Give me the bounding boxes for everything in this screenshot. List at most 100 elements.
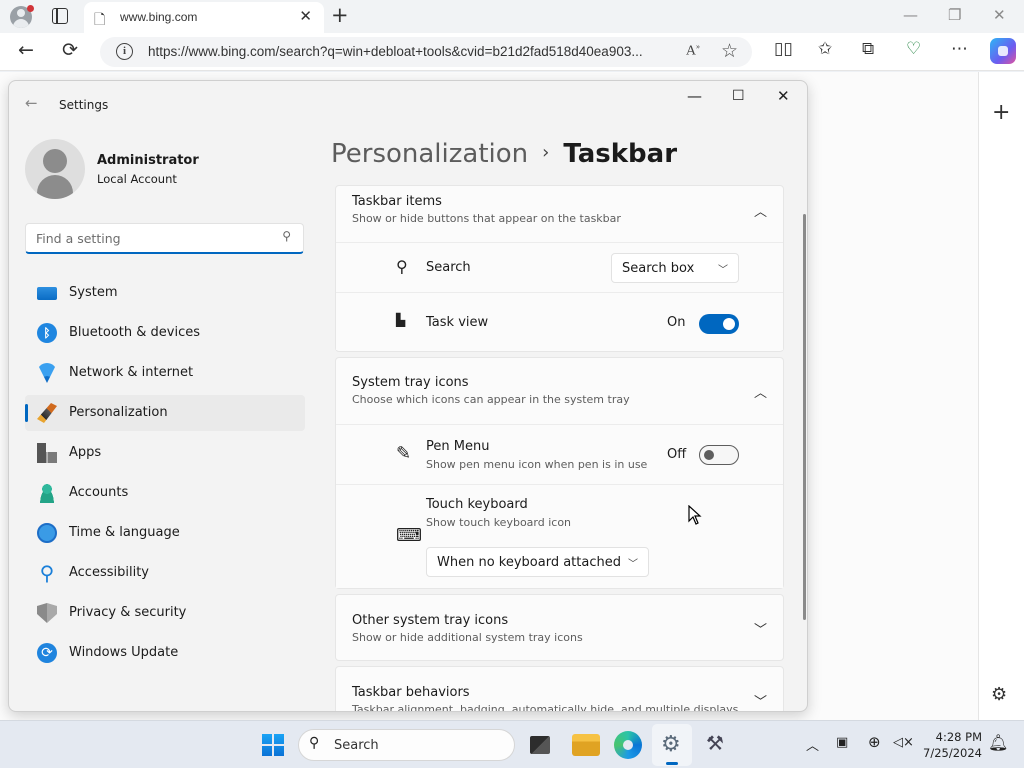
system-icon: [37, 287, 57, 300]
section-subtitle: Choose which icons can appear in the sys…: [352, 393, 630, 406]
close-button[interactable]: ✕: [777, 87, 790, 105]
update-icon: [37, 643, 57, 663]
nav-label: Network & internet: [69, 365, 194, 380]
apps-icon: [37, 443, 57, 463]
minimize-button[interactable]: —: [687, 87, 702, 105]
other-tray-card[interactable]: Other system tray icons Show or hide add…: [335, 594, 784, 661]
taskbar-search-label: Search: [334, 738, 379, 753]
new-tab-button[interactable]: +: [331, 3, 349, 27]
section-subtitle: Taskbar alignment, badging, automaticall…: [352, 703, 739, 712]
chevron-down-icon[interactable]: ﹀: [754, 691, 767, 710]
settings-back-icon[interactable]: ←: [25, 94, 38, 112]
profile-badge: [27, 5, 34, 12]
split-screen-icon[interactable]: ▯▯: [774, 39, 793, 59]
nav-item-accounts[interactable]: Accounts: [25, 475, 305, 511]
maximize-button[interactable]: ☐: [732, 88, 745, 104]
browser-tab[interactable]: 🗋 www.bing.com ✕: [84, 2, 324, 33]
nav-label: Time & language: [69, 525, 180, 540]
bluetooth-icon: ᛒ: [37, 323, 57, 343]
nav-item-time-language[interactable]: Time & language: [25, 515, 305, 551]
dropdown-value: Search box: [622, 261, 695, 276]
file-explorer-icon[interactable]: [572, 734, 600, 756]
chevron-down-icon: ﹀: [718, 265, 728, 276]
task-view-icon: ▙: [396, 313, 406, 327]
behaviors-card[interactable]: Taskbar behaviors Taskbar alignment, bad…: [335, 666, 784, 712]
task-view-toggle[interactable]: [699, 314, 739, 334]
more-menu-icon[interactable]: ⋯: [951, 39, 968, 59]
nav-item-personalization[interactable]: Personalization: [25, 395, 305, 431]
nav-item-network[interactable]: Network & internet: [25, 355, 305, 391]
address-bar[interactable]: i https://www.bing.com/search?q=win+debl…: [100, 37, 752, 67]
read-aloud-icon[interactable]: A»: [686, 42, 700, 60]
chevron-down-icon[interactable]: ﹀: [754, 619, 767, 638]
show-hidden-icons-chevron-icon[interactable]: ︿: [806, 735, 819, 754]
tab-actions-icon[interactable]: [52, 8, 68, 24]
search-mode-dropdown[interactable]: Search box ﹀: [611, 253, 739, 283]
gear-icon: ⚙: [661, 732, 681, 757]
close-tab-icon[interactable]: ✕: [299, 7, 312, 25]
pen-menu-toggle[interactable]: [699, 445, 739, 465]
nav-item-system[interactable]: System: [25, 275, 305, 311]
section-title: Taskbar behaviors: [352, 685, 470, 700]
find-setting-input[interactable]: Find a setting ⚲: [25, 223, 304, 254]
back-button[interactable]: ←: [18, 39, 34, 61]
nav-label: Bluetooth & devices: [69, 325, 200, 340]
tool-app-icon[interactable]: ⚒: [706, 731, 734, 759]
close-browser-button[interactable]: ✕: [993, 6, 1006, 24]
breadcrumb: Personalization › Taskbar: [331, 139, 677, 169]
notification-bell-icon[interactable]: 🔔︎: [988, 733, 1008, 752]
minimize-browser-button[interactable]: —: [903, 6, 918, 24]
nav-item-privacy[interactable]: Privacy & security: [25, 595, 305, 631]
account-icon: [37, 483, 57, 503]
restore-browser-button[interactable]: ❐: [948, 6, 961, 24]
volume-mute-icon[interactable]: ◁×: [893, 735, 914, 750]
copilot-icon[interactable]: [990, 38, 1016, 64]
pen-menu-label: Pen Menu: [426, 439, 490, 454]
section-title: System tray icons: [352, 375, 469, 390]
browser-essentials-icon[interactable]: ♡: [906, 39, 921, 59]
tray-app-icon[interactable]: ▣: [836, 735, 848, 750]
edge-icon[interactable]: [614, 731, 642, 759]
globe-clock-icon: [37, 523, 57, 543]
settings-content: Taskbar items Show or hide buttons that …: [335, 185, 784, 712]
nav-label: Privacy & security: [69, 605, 187, 620]
collections-icon[interactable]: ⧉: [862, 39, 874, 59]
address-url[interactable]: https://www.bing.com/search?q=win+debloa…: [148, 44, 678, 59]
add-sidebar-app-icon[interactable]: +: [992, 100, 1010, 125]
nav-label: Accounts: [69, 485, 129, 500]
nav-label: Apps: [69, 445, 102, 460]
chevron-up-icon[interactable]: ︿: [754, 201, 767, 220]
taskbar-items-card: Taskbar items Show or hide buttons that …: [335, 185, 784, 352]
content-scrollbar[interactable]: [803, 214, 806, 620]
nav-item-bluetooth[interactable]: ᛒ Bluetooth & devices: [25, 315, 305, 351]
taskbar-search-box[interactable]: ⚲ Search: [298, 729, 515, 761]
chevron-up-icon[interactable]: ︿: [754, 382, 767, 401]
taskbar-items-header[interactable]: Taskbar items Show or hide buttons that …: [336, 186, 783, 242]
nav-item-apps[interactable]: Apps: [25, 435, 305, 471]
site-info-icon[interactable]: i: [116, 43, 133, 60]
refresh-button[interactable]: ⟳: [62, 39, 78, 61]
settings-window: ← Settings — ☐ ✕ Administrator Local Acc…: [8, 80, 808, 712]
favorites-icon[interactable]: ✩: [818, 39, 832, 59]
start-button[interactable]: [262, 734, 284, 756]
settings-nav: System ᛒ Bluetooth & devices Network & in…: [25, 275, 305, 675]
nav-item-accessibility[interactable]: ⚲ Accessibility: [25, 555, 305, 591]
dropdown-value: When no keyboard attached: [437, 555, 621, 570]
task-view-icon[interactable]: [530, 736, 550, 754]
chevron-right-icon: ›: [542, 142, 550, 163]
settings-taskbar-button[interactable]: ⚙: [652, 724, 692, 766]
nav-item-windows-update[interactable]: Windows Update: [25, 635, 305, 671]
windows-taskbar: ⚲ Search ⚙ ⚒ ︿ ▣ ⊕ ◁× 4:28 PM 7/25/2024 …: [0, 720, 1024, 768]
section-subtitle: Show or hide additional system tray icon…: [352, 631, 583, 644]
task-view-label: Task view: [426, 315, 489, 330]
system-clock[interactable]: 4:28 PM 7/25/2024: [922, 729, 982, 761]
accessibility-icon: ⚲: [39, 561, 55, 585]
breadcrumb-parent[interactable]: Personalization: [331, 139, 528, 169]
sidebar-settings-icon[interactable]: ⚙: [991, 684, 1007, 705]
brush-icon: [37, 403, 57, 423]
favorite-star-icon[interactable]: ☆: [721, 40, 738, 62]
find-setting-placeholder: Find a setting: [36, 231, 121, 246]
touch-keyboard-dropdown[interactable]: When no keyboard attached ﹀: [426, 547, 649, 577]
network-globe-icon[interactable]: ⊕: [868, 733, 881, 751]
system-tray-header[interactable]: System tray icons Choose which icons can…: [336, 358, 783, 424]
